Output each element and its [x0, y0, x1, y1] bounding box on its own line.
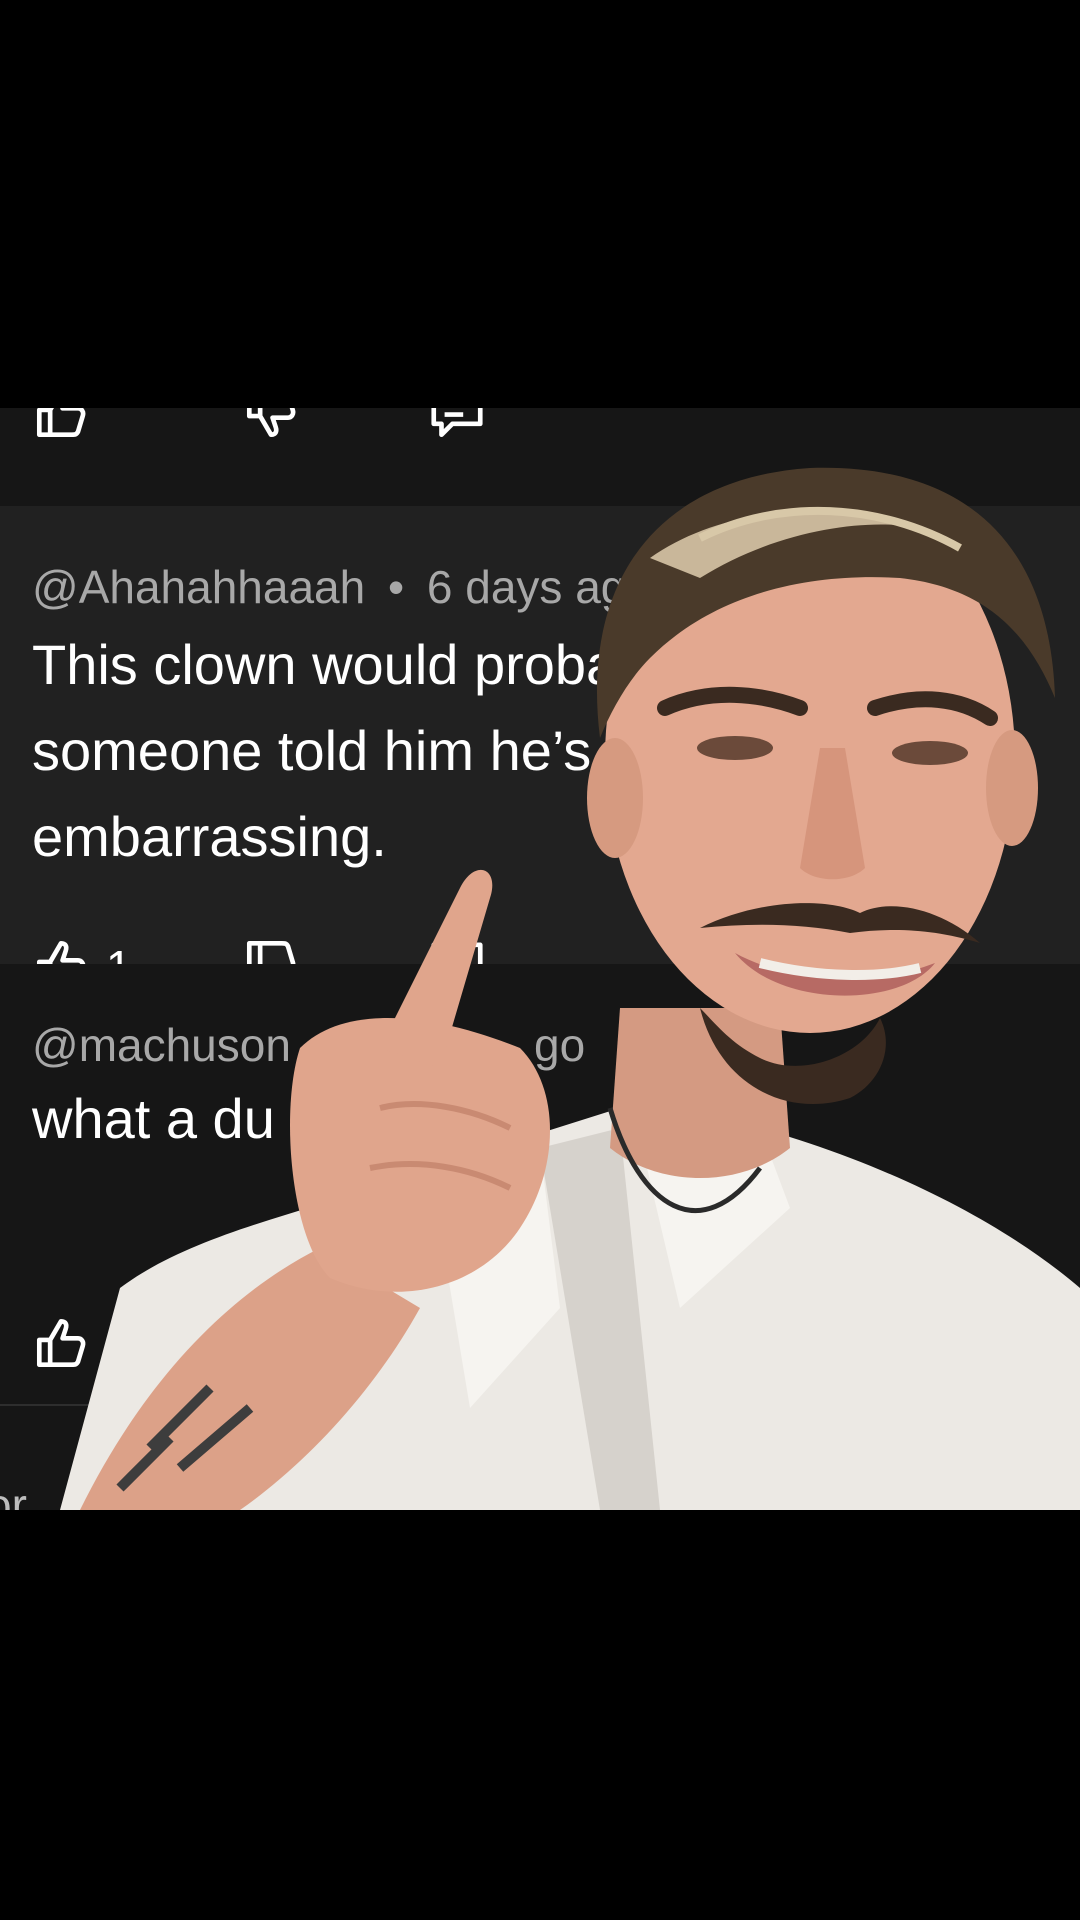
comments-screenshot: @Ahahahhaaah • 6 days ago This clown wou…	[0, 408, 1080, 1510]
person-pointing-icon	[0, 408, 1080, 1510]
